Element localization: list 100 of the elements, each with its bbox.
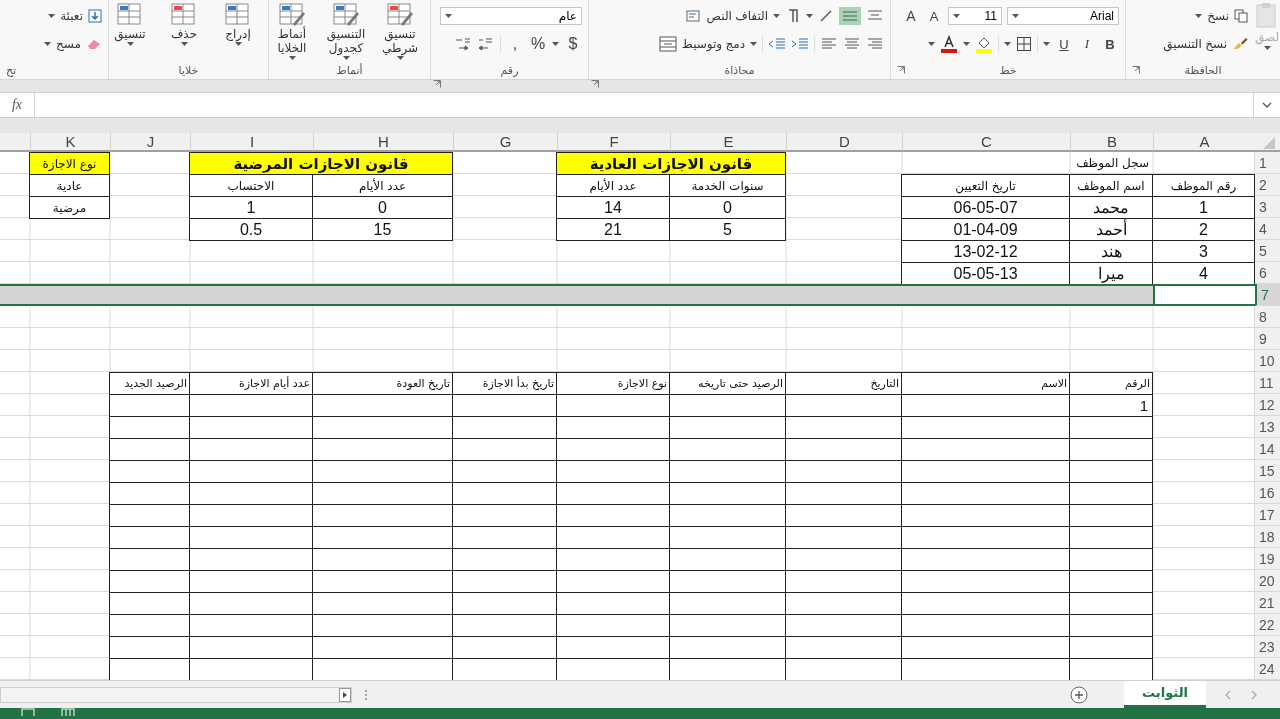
borders-icon[interactable] xyxy=(1016,36,1032,52)
align-right-icon[interactable] xyxy=(866,37,884,51)
column-header[interactable]: B xyxy=(1070,133,1153,152)
text-orientation-icon[interactable] xyxy=(818,8,834,24)
column-header[interactable]: C xyxy=(902,133,1070,152)
splitter-handle-icon[interactable] xyxy=(364,688,368,701)
column-header[interactable]: D xyxy=(786,133,902,152)
paintbrush-icon xyxy=(1232,37,1248,51)
ribbon-group-label: محاذاة xyxy=(724,63,755,77)
row-header[interactable]: 23 xyxy=(1255,636,1280,658)
decrease-indent-icon[interactable] xyxy=(768,37,786,51)
copy-button[interactable]: نسخ xyxy=(1207,9,1229,23)
caret-icon xyxy=(1043,42,1050,46)
table-header: التاريخ xyxy=(785,372,902,395)
row-header[interactable]: 15 xyxy=(1255,460,1280,482)
decrease-decimal-icon[interactable] xyxy=(477,36,495,52)
caret-icon xyxy=(928,42,935,46)
table-header: نوع الاجازة xyxy=(556,372,670,395)
fill-color-icon[interactable] xyxy=(975,35,993,53)
row-header[interactable]: 2 xyxy=(1255,174,1280,196)
dialog-launcher-icon[interactable] xyxy=(897,66,905,74)
row-header[interactable]: 1 xyxy=(1255,152,1280,174)
increase-indent-icon[interactable] xyxy=(791,37,809,51)
grow-font-button[interactable]: A xyxy=(902,8,920,24)
percent-button[interactable]: % xyxy=(529,35,547,53)
caret-icon xyxy=(552,42,559,46)
merge-center-button[interactable]: دمج وتوسيط xyxy=(681,37,745,51)
row-header[interactable]: 22 xyxy=(1255,614,1280,636)
table-header: الاحتساب xyxy=(189,174,313,197)
scroll-right-icon[interactable] xyxy=(339,687,351,702)
ribbon-group-label: خط xyxy=(999,63,1017,77)
row-header[interactable]: 21 xyxy=(1255,592,1280,614)
font-size-dropdown[interactable]: 11 xyxy=(948,7,1002,25)
fill-button[interactable]: تعبئة xyxy=(60,9,83,23)
font-color-icon[interactable] xyxy=(940,35,958,53)
row-header[interactable]: 7 xyxy=(1255,284,1280,306)
align-left-icon[interactable] xyxy=(820,37,838,51)
currency-button[interactable]: $ xyxy=(564,35,582,53)
row-header[interactable]: 8 xyxy=(1255,306,1280,328)
row-header[interactable]: 13 xyxy=(1255,416,1280,438)
row-header[interactable]: 11 xyxy=(1255,372,1280,394)
dialog-launcher-icon[interactable] xyxy=(591,80,599,88)
cells-button[interactable]: تنسيق xyxy=(105,27,155,41)
chevron-down-icon[interactable] xyxy=(1262,102,1272,108)
bold-button[interactable]: B xyxy=(1101,36,1119,52)
table-header: سنوات الخدمة xyxy=(669,174,786,197)
active-cell[interactable] xyxy=(1153,286,1255,304)
row-header[interactable]: 14 xyxy=(1255,438,1280,460)
caret-icon xyxy=(180,42,188,46)
page-layout-icon[interactable] xyxy=(21,708,35,716)
row-header[interactable]: 17 xyxy=(1255,504,1280,526)
formula-input[interactable] xyxy=(34,93,1254,117)
ribbon-group-label: خلايا xyxy=(178,63,199,77)
caret-icon xyxy=(288,56,296,60)
number-format-dropdown[interactable]: عام xyxy=(440,7,582,25)
align-middle-icon[interactable] xyxy=(839,7,861,25)
italic-button[interactable]: I xyxy=(1078,36,1096,52)
add-sheet-icon[interactable] xyxy=(1070,685,1089,704)
caret-icon xyxy=(1004,42,1011,46)
cells-button[interactable]: حذف xyxy=(159,27,209,41)
dialog-launcher-icon[interactable] xyxy=(1132,66,1140,74)
dialog-launcher-icon[interactable] xyxy=(433,80,441,88)
column-header[interactable]: A xyxy=(1153,133,1255,152)
row-header[interactable]: 6 xyxy=(1255,262,1280,284)
row-header[interactable]: 9 xyxy=(1255,328,1280,350)
style-button[interactable]: أنماط الخلايا xyxy=(267,27,317,55)
wrap-text-button[interactable]: التفاف النص xyxy=(706,9,768,23)
row-header[interactable]: 12 xyxy=(1255,394,1280,416)
cells-button[interactable]: إدراج xyxy=(213,27,263,41)
table-cell: 14 xyxy=(556,196,670,219)
table-header: نوع الاجازة xyxy=(29,152,110,175)
style-button[interactable]: التنسيق كجدول xyxy=(321,27,371,55)
style-button[interactable]: تنسيق شرطي xyxy=(375,27,425,55)
clear-button[interactable]: مسح xyxy=(56,37,81,51)
grid-view-icon[interactable] xyxy=(61,708,75,716)
shrink-font-button[interactable]: A xyxy=(925,8,943,24)
increase-decimal-icon[interactable] xyxy=(454,36,472,52)
row-header[interactable]: 18 xyxy=(1255,526,1280,548)
row-header[interactable]: 5 xyxy=(1255,240,1280,262)
row-header[interactable]: 20 xyxy=(1255,570,1280,592)
row-header[interactable]: 3 xyxy=(1255,196,1280,218)
table-header: تاريخ العودة xyxy=(312,372,453,395)
caret-icon xyxy=(806,14,813,18)
column-header[interactable]: J xyxy=(110,133,190,152)
align-center-icon[interactable] xyxy=(843,37,861,51)
row-header[interactable]: 16 xyxy=(1255,482,1280,504)
font-name-dropdown[interactable]: Arial xyxy=(1007,7,1119,25)
underline-button[interactable]: U xyxy=(1055,36,1073,52)
caret-icon xyxy=(963,42,970,46)
format-painter-button[interactable]: نسخ التنسيق xyxy=(1163,37,1227,51)
comma-style-button[interactable]: , xyxy=(506,35,524,53)
column-header[interactable]: G xyxy=(453,133,557,152)
row-header[interactable]: 4 xyxy=(1255,218,1280,240)
row-header[interactable]: 24 xyxy=(1255,658,1280,680)
caret-icon xyxy=(396,56,404,60)
insert-function-button[interactable]: fx xyxy=(0,97,34,113)
row-header[interactable]: 19 xyxy=(1255,548,1280,570)
sheet-tab[interactable]: الثوابت xyxy=(1124,680,1206,708)
horizontal-scrollbar[interactable] xyxy=(0,686,352,703)
row-header[interactable]: 10 xyxy=(1255,350,1280,372)
